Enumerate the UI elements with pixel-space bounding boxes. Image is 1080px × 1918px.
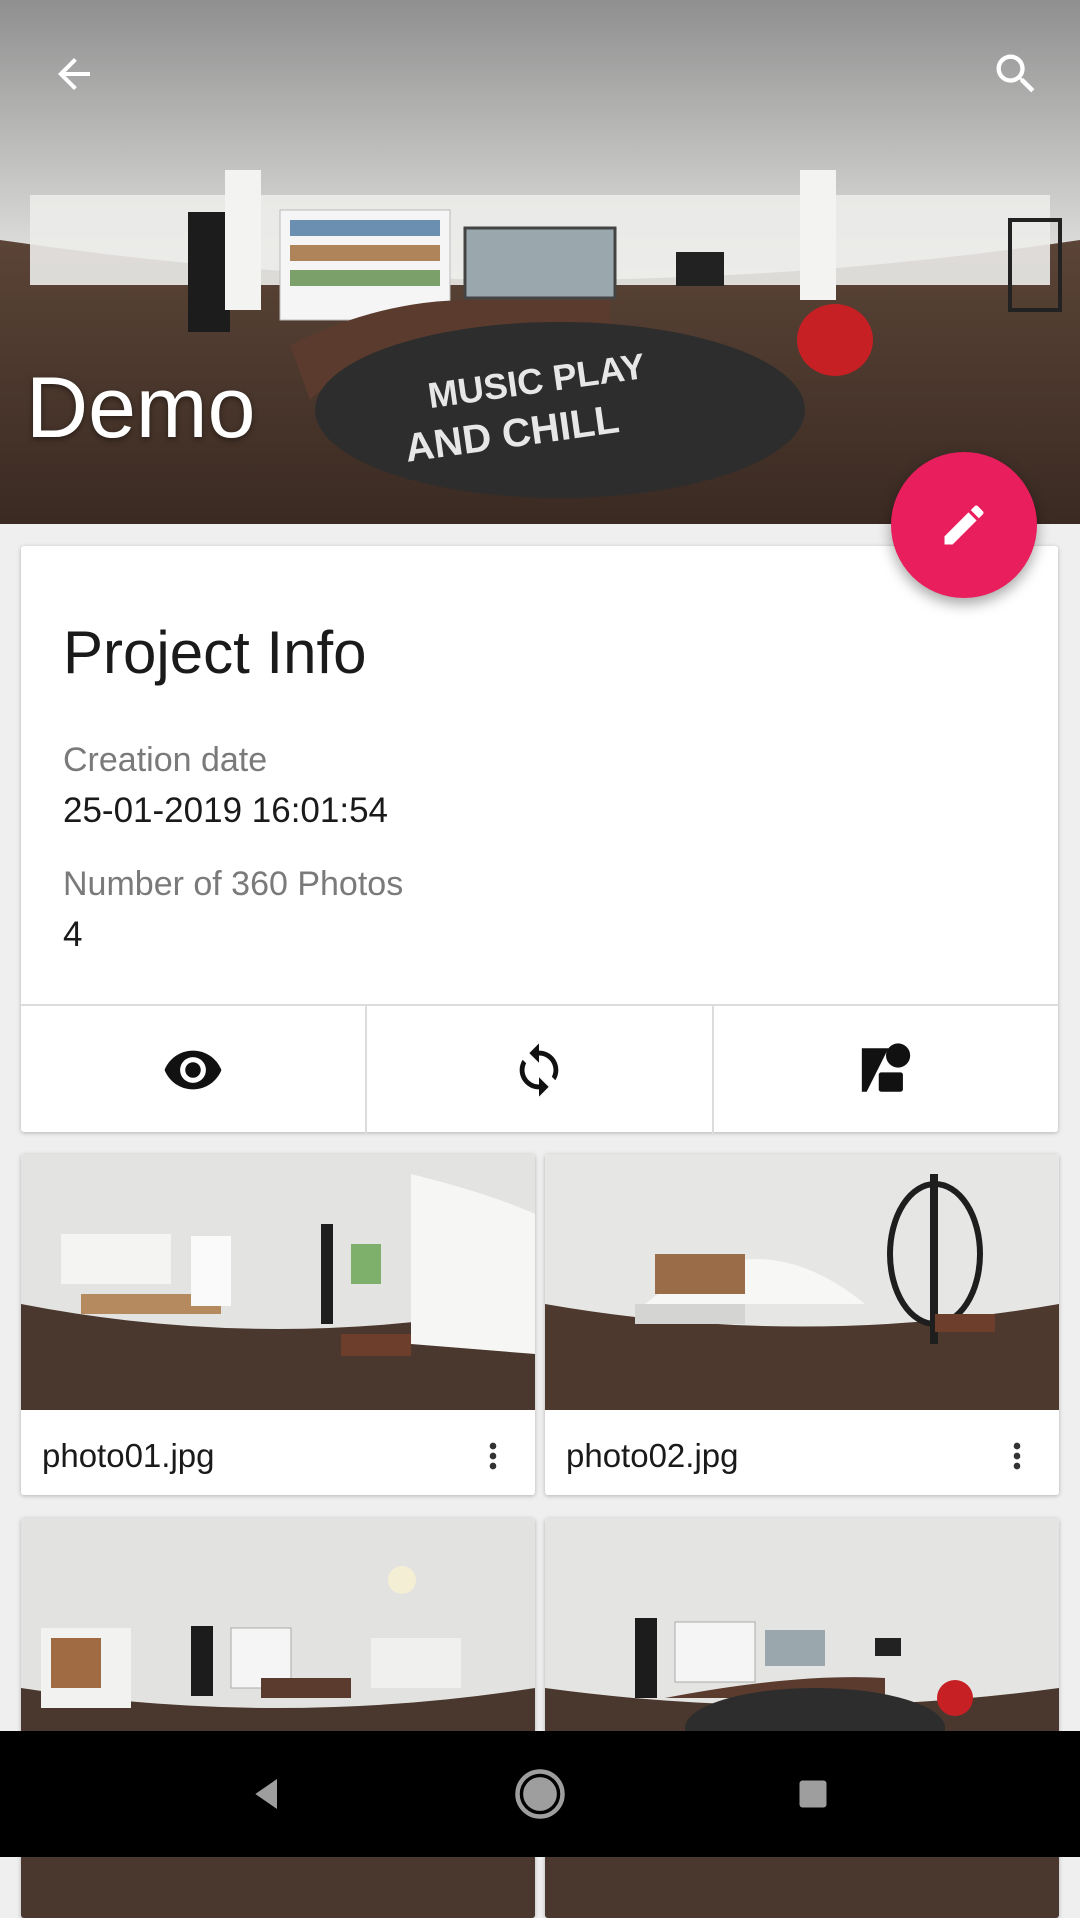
photo-thumbnail[interactable] [21,1154,535,1410]
arrow-back-icon [58,58,90,90]
nav-recents-button[interactable] [768,1749,858,1839]
card-title: Project Info [63,619,367,686]
search-icon [996,54,1035,93]
photo-menu-button[interactable] [985,1416,1049,1495]
sync-icon [520,1043,559,1097]
photo-thumbnail[interactable] [545,1518,1059,1918]
photo-count-value: 4 [63,915,83,954]
recents-square-icon [799,1780,827,1808]
edit-pencil-icon [944,505,984,545]
more-vert-icon [1013,1442,1021,1470]
back-triangle-icon [254,1779,277,1809]
creation-date-label: Creation date [63,741,268,779]
back-button[interactable] [26,26,122,122]
header-hero: MUSIC PLAY AND CHILL Demo [0,0,1080,524]
shapes-icon [861,1043,910,1092]
project-info-card: Project Info Creation date 25-01-2019 16… [21,546,1058,1134]
view-button[interactable] [21,1006,365,1134]
photo-name: photo02.jpg [566,1437,739,1474]
creation-date-value: 25-01-2019 16:01:54 [63,791,388,830]
card-actions [21,1004,1058,1134]
page-title: Demo [26,360,256,456]
photo-card[interactable]: photo01.jpg [21,1154,535,1495]
shapes-button[interactable] [711,1006,1058,1134]
home-circle-icon [515,1769,565,1819]
eye-icon [164,1050,222,1090]
photo-card[interactable]: photo02.jpg [545,1154,1059,1495]
nav-back-button[interactable] [222,1749,312,1839]
photo-card[interactable] [21,1518,535,1918]
photo-count-label: Number of 360 Photos [63,865,404,903]
edit-fab-button[interactable] [891,452,1037,598]
photo-card[interactable] [545,1518,1059,1918]
more-vert-icon [489,1442,497,1470]
system-navigation-bar [0,1731,1080,1857]
photo-name: photo01.jpg [42,1437,215,1474]
photo-thumbnail[interactable] [545,1154,1059,1410]
nav-home-button[interactable] [495,1749,585,1839]
search-button[interactable] [968,26,1064,122]
photo-thumbnail[interactable] [21,1518,535,1918]
photo-menu-button[interactable] [461,1416,525,1495]
sync-button[interactable] [365,1006,711,1134]
